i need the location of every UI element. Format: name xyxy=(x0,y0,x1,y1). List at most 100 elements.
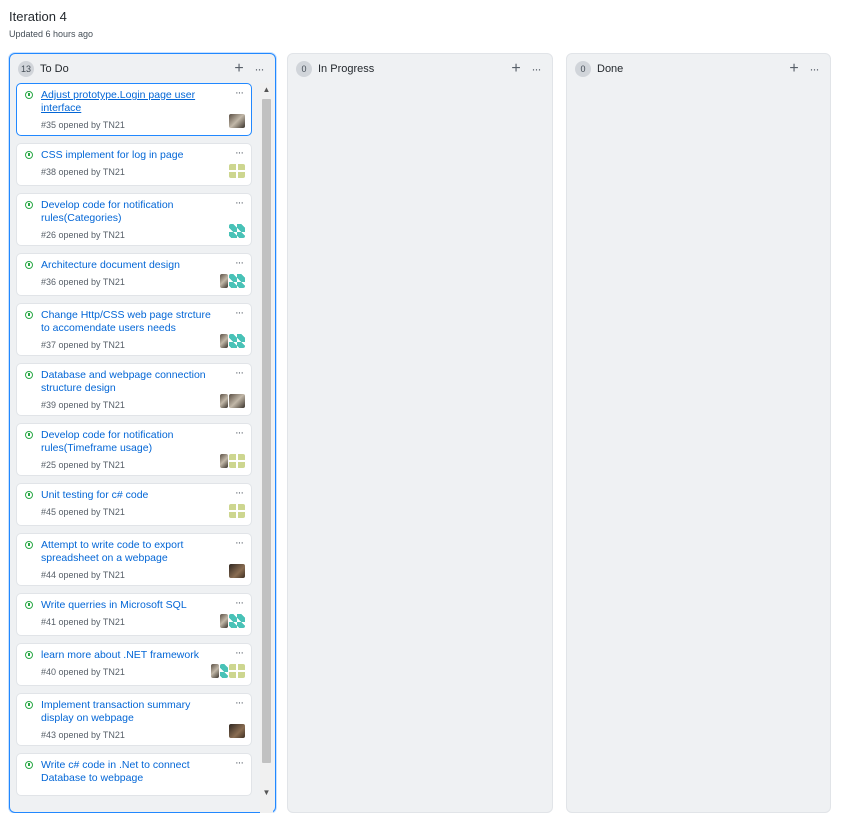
avatar[interactable] xyxy=(211,664,219,678)
issue-title[interactable]: learn more about .NET framework xyxy=(41,649,217,662)
card-kebab-icon[interactable]: ··· xyxy=(235,367,244,379)
issue-title[interactable]: Develop code for notification rules(Cate… xyxy=(41,199,217,225)
card-kebab-icon[interactable]: ··· xyxy=(235,697,244,709)
issue-meta: #36 opened by TN21 xyxy=(41,277,125,287)
issue-card[interactable]: ··· Change Http/CSS web page strcture to… xyxy=(16,303,252,356)
avatar[interactable] xyxy=(229,274,245,288)
issue-meta: #35 opened by TN21 xyxy=(41,120,125,130)
assignees xyxy=(219,274,245,288)
card-kebab-icon[interactable]: ··· xyxy=(235,427,244,439)
issue-card[interactable]: ··· CSS implement for log in page #38 op… xyxy=(16,143,252,186)
issue-title[interactable]: Develop code for notification rules(Time… xyxy=(41,429,217,455)
avatar[interactable] xyxy=(229,724,245,738)
issue-title[interactable]: Write c# code in .Net to connect Databas… xyxy=(41,759,217,785)
issue-title[interactable]: Adjust prototype.Login page user interfa… xyxy=(41,89,217,115)
assignees xyxy=(219,454,245,468)
issue-opened-icon xyxy=(25,431,33,439)
kebab-icon[interactable]: ··· xyxy=(251,62,267,76)
card-kebab-icon[interactable]: ··· xyxy=(235,197,244,209)
scroll-up-arrow-icon[interactable]: ▲ xyxy=(260,83,273,97)
issue-title[interactable]: Database and webpage connection structur… xyxy=(41,369,217,395)
avatar[interactable] xyxy=(229,504,245,518)
avatar[interactable] xyxy=(229,394,245,408)
avatar[interactable] xyxy=(229,664,245,678)
project-header: Iteration 4 Updated 6 hours ago xyxy=(9,10,93,40)
card-kebab-icon[interactable]: ··· xyxy=(235,487,244,499)
kebab-icon[interactable]: ··· xyxy=(806,62,822,76)
issue-title[interactable]: Change Http/CSS web page strcture to acc… xyxy=(41,309,217,335)
column-header: 0 In Progress + ··· xyxy=(296,61,544,77)
column-count: 0 xyxy=(296,61,312,77)
card-kebab-icon[interactable]: ··· xyxy=(235,147,244,159)
assignees xyxy=(219,394,245,408)
card-kebab-icon[interactable]: ··· xyxy=(235,257,244,269)
avatar[interactable] xyxy=(220,664,228,678)
column-done[interactable]: 0 Done + ··· xyxy=(566,53,831,813)
issue-card[interactable]: ··· Database and webpage connection stru… xyxy=(16,363,252,416)
scroll-down-arrow-icon[interactable]: ▼ xyxy=(260,786,273,800)
issue-card[interactable]: ··· Adjust prototype.Login page user int… xyxy=(16,83,252,136)
issue-opened-icon xyxy=(25,491,33,499)
avatar[interactable] xyxy=(229,454,245,468)
avatar[interactable] xyxy=(229,114,245,128)
column-header: 0 Done + ··· xyxy=(575,61,822,77)
assignees xyxy=(228,164,245,178)
avatar[interactable] xyxy=(229,224,245,238)
column-to-do[interactable]: 13 To Do + ··· ··· Adjust prototype.Logi… xyxy=(9,53,276,813)
card-kebab-icon[interactable]: ··· xyxy=(235,757,244,769)
issue-card[interactable]: ··· Write querries in Microsoft SQL #41 … xyxy=(16,593,252,636)
issue-meta: #39 opened by TN21 xyxy=(41,400,125,410)
issue-meta: #43 opened by TN21 xyxy=(41,730,125,740)
issue-opened-icon xyxy=(25,541,33,549)
issue-card[interactable]: ··· Attempt to write code to export spre… xyxy=(16,533,252,586)
column-scrollbar[interactable]: ▲ ▼ xyxy=(260,83,273,813)
avatar[interactable] xyxy=(220,454,228,468)
issue-opened-icon xyxy=(25,651,33,659)
issue-meta: #44 opened by TN21 xyxy=(41,570,125,580)
assignees xyxy=(210,664,245,678)
issue-card[interactable]: ··· learn more about .NET framework #40 … xyxy=(16,643,252,686)
issue-title[interactable]: Write querries in Microsoft SQL xyxy=(41,599,217,612)
avatar[interactable] xyxy=(220,274,228,288)
kebab-icon[interactable]: ··· xyxy=(528,62,544,76)
column-in-progress[interactable]: 0 In Progress + ··· xyxy=(287,53,553,813)
issue-opened-icon xyxy=(25,201,33,209)
avatar[interactable] xyxy=(220,394,228,408)
issue-card[interactable]: ··· Unit testing for c# code #45 opened … xyxy=(16,483,252,526)
issue-card[interactable]: ··· Develop code for notification rules(… xyxy=(16,423,252,476)
column-count: 13 xyxy=(18,61,34,77)
assignees xyxy=(228,724,245,738)
column-name: In Progress xyxy=(318,63,375,75)
issue-title[interactable]: Implement transaction summary display on… xyxy=(41,699,217,725)
card-kebab-icon[interactable]: ··· xyxy=(235,537,244,549)
issue-card[interactable]: ··· Develop code for notification rules(… xyxy=(16,193,252,246)
avatar[interactable] xyxy=(229,614,245,628)
avatar[interactable] xyxy=(229,564,245,578)
issue-meta: #45 opened by TN21 xyxy=(41,507,125,517)
issue-title[interactable]: Unit testing for c# code xyxy=(41,489,217,502)
plus-icon[interactable]: + xyxy=(231,61,247,77)
issue-card[interactable]: ··· Architecture document design #36 ope… xyxy=(16,253,252,296)
issue-card[interactable]: ··· Implement transaction summary displa… xyxy=(16,693,252,746)
scroll-thumb[interactable] xyxy=(262,99,271,763)
issue-meta: #41 opened by TN21 xyxy=(41,617,125,627)
avatar[interactable] xyxy=(229,164,245,178)
issue-title[interactable]: Attempt to write code to export spreadsh… xyxy=(41,539,217,565)
avatar[interactable] xyxy=(220,614,228,628)
avatar[interactable] xyxy=(220,334,228,348)
avatar[interactable] xyxy=(229,334,245,348)
issue-title[interactable]: Architecture document design xyxy=(41,259,217,272)
issue-title[interactable]: CSS implement for log in page xyxy=(41,149,217,162)
card-kebab-icon[interactable]: ··· xyxy=(235,647,244,659)
plus-icon[interactable]: + xyxy=(786,61,802,77)
card-kebab-icon[interactable]: ··· xyxy=(235,307,244,319)
plus-icon[interactable]: + xyxy=(508,61,524,77)
issue-opened-icon xyxy=(25,91,33,99)
assignees xyxy=(219,334,245,348)
card-kebab-icon[interactable]: ··· xyxy=(235,597,244,609)
issue-opened-icon xyxy=(25,371,33,379)
assignees xyxy=(228,224,245,238)
issue-card[interactable]: ··· Write c# code in .Net to connect Dat… xyxy=(16,753,252,796)
card-list: ··· Adjust prototype.Login page user int… xyxy=(16,83,252,803)
card-kebab-icon[interactable]: ··· xyxy=(235,87,244,99)
